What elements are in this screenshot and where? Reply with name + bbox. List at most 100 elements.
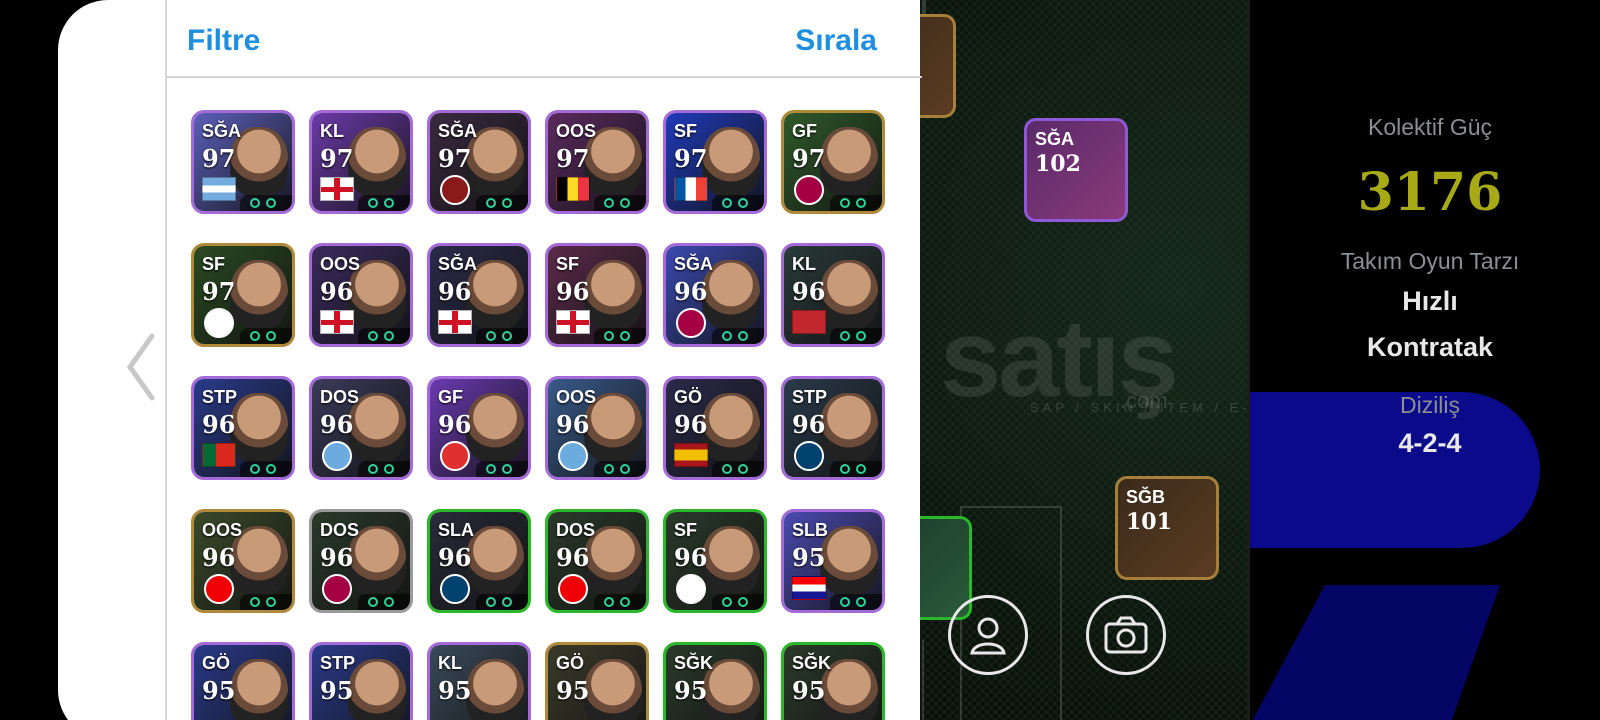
player-portrait: [466, 526, 524, 596]
skill-dot-icon: [620, 597, 630, 607]
player-rating: 95: [438, 676, 472, 705]
player-portrait: [230, 260, 288, 330]
skill-dot-icon: [604, 464, 614, 474]
camera-button[interactable]: [1086, 595, 1166, 675]
player-portrait: [466, 659, 524, 720]
spain-flag-icon: [674, 443, 708, 467]
skill-dot-icon: [604, 198, 614, 208]
player-portrait: [820, 260, 878, 330]
player-portrait: [348, 127, 406, 197]
skill-dot-icon: [368, 464, 378, 474]
player-rating: 97: [792, 144, 826, 173]
player-card[interactable]: SĞA 97: [191, 110, 295, 214]
skill-dot-icon: [384, 331, 394, 341]
portugal-flag-icon: [202, 443, 236, 467]
player-position: STP: [792, 387, 828, 407]
player-card[interactable]: KL 97: [309, 110, 413, 214]
skill-dot-icon: [502, 597, 512, 607]
player-rating: 97: [438, 144, 472, 173]
player-card[interactable]: GÖ 96: [663, 376, 767, 480]
player-card[interactable]: SF 97: [663, 110, 767, 214]
player-position: SĞK: [792, 653, 832, 673]
pitch-player-card[interactable]: SĞA 102: [1024, 118, 1128, 222]
player-rating: 96: [438, 277, 472, 306]
player-list-panel: Filtre Sırala SĞA 97 KL 97 SĞA 97 OOS 97 SF 97 GF 9…: [165, 0, 922, 720]
player-card[interactable]: GF 97: [781, 110, 885, 214]
chevron-left-icon[interactable]: [122, 332, 162, 402]
player-card[interactable]: SĞA 96: [663, 243, 767, 347]
player-position: STP: [320, 653, 356, 673]
player-position: SF: [674, 121, 698, 141]
player-card[interactable]: OOS 96: [191, 509, 295, 613]
skill-dot-icon: [250, 198, 260, 208]
player-portrait: [702, 526, 760, 596]
player-position: GF: [438, 387, 463, 407]
collective-power-label: Kolektif Güç: [1368, 114, 1492, 140]
player-card[interactable]: KL 96: [781, 243, 885, 347]
player-card[interactable]: DOS 96: [309, 376, 413, 480]
skill-dot-icon: [840, 464, 850, 474]
skill-dot-icon: [266, 597, 276, 607]
skill-dot-icon: [384, 597, 394, 607]
skill-dot-icon: [856, 198, 866, 208]
pitch-line: [922, 640, 924, 720]
player-card[interactable]: DOS 96: [545, 509, 649, 613]
player-rating: 96: [792, 277, 826, 306]
player-card[interactable]: SLA 96: [427, 509, 531, 613]
city-badge-badge-icon: [558, 441, 588, 471]
skill-dot-icon: [738, 464, 748, 474]
player-card[interactable]: GF 96: [427, 376, 531, 480]
player-position: SF: [202, 254, 226, 274]
player-card[interactable]: SF 97: [191, 243, 295, 347]
play-style-label: Takım Oyun Tarzı: [1340, 248, 1520, 274]
player-rating: 95: [320, 676, 354, 705]
england-flag-icon: [438, 310, 472, 334]
skill-dot-icon: [620, 198, 630, 208]
player-card[interactable]: GÖ 95: [191, 642, 295, 720]
player-portrait: [702, 127, 760, 197]
filter-button[interactable]: Filtre: [187, 24, 260, 58]
player-rating: 97: [202, 144, 236, 173]
player-rating: 96: [674, 277, 708, 306]
player-card[interactable]: SĞK 95: [663, 642, 767, 720]
player-card[interactable]: SF 96: [545, 243, 649, 347]
skill-dot-icon: [604, 597, 614, 607]
pitch-player-rating: 101: [1126, 509, 1172, 535]
player-card[interactable]: STP 95: [309, 642, 413, 720]
player-portrait: [230, 659, 288, 720]
skill-dot-icon: [840, 331, 850, 341]
skill-dot-icon: [722, 597, 732, 607]
morocco-flag-icon: [792, 310, 826, 334]
player-rating: 95: [792, 543, 826, 572]
player-card[interactable]: SF 96: [663, 509, 767, 613]
skill-dot-icon: [486, 331, 496, 341]
player-position: SĞK: [674, 653, 714, 673]
pitch-player-card[interactable]: SĞB 101: [1115, 476, 1219, 580]
player-portrait: [466, 393, 524, 463]
player-card[interactable]: STP 96: [191, 376, 295, 480]
player-card[interactable]: SĞA 97: [427, 110, 531, 214]
watermark-domain: .com: [1120, 388, 1168, 413]
sort-button[interactable]: Sırala: [795, 24, 877, 58]
player-card[interactable]: DOS 96: [309, 509, 413, 613]
player-card[interactable]: STP 96: [781, 376, 885, 480]
barcelona-badge-icon: [322, 574, 352, 604]
player-position: GÖ: [556, 653, 585, 673]
player-card[interactable]: SĞA 96: [427, 243, 531, 347]
skill-dot-icon: [266, 464, 276, 474]
profile-button[interactable]: [948, 595, 1028, 675]
player-card[interactable]: OOS 96: [309, 243, 413, 347]
player-card[interactable]: OOS 97: [545, 110, 649, 214]
player-card[interactable]: KL 95: [427, 642, 531, 720]
skill-dot-icon: [738, 198, 748, 208]
player-portrait: [584, 659, 642, 720]
player-card[interactable]: SLB 95: [781, 509, 885, 613]
croatia-flag-icon: [792, 576, 826, 600]
collective-power-value: 3176: [1357, 162, 1503, 223]
list-toolbar: Filtre Sırala: [167, 0, 922, 78]
formation-value[interactable]: 4-2-4: [1280, 428, 1580, 459]
player-card[interactable]: GÖ 95: [545, 642, 649, 720]
player-card[interactable]: SĞK 95: [781, 642, 885, 720]
player-card[interactable]: OOS 96: [545, 376, 649, 480]
skill-dot-icon: [250, 331, 260, 341]
